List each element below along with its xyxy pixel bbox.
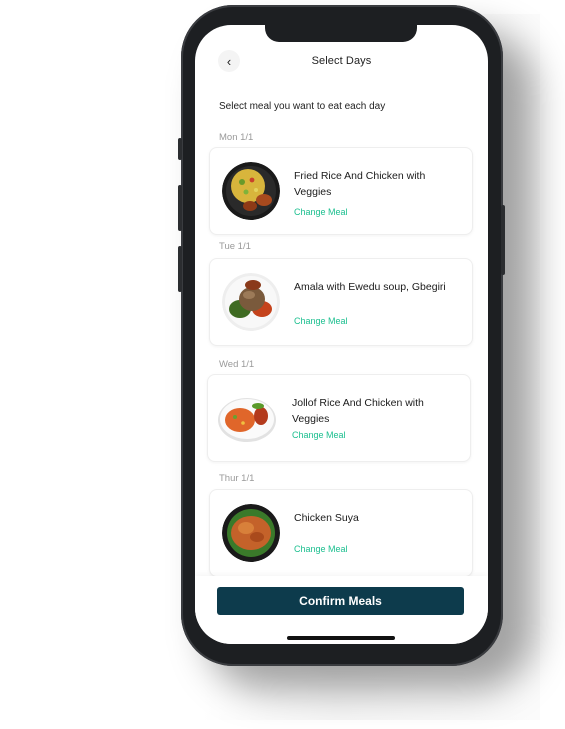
amala-dish-image xyxy=(222,273,280,331)
confirm-meals-button[interactable]: Confirm Meals xyxy=(217,587,464,615)
phone-notch xyxy=(265,25,417,42)
meal-name-wed: Jollof Rice And Chicken with Veggies xyxy=(292,397,424,425)
change-meal-link-mon[interactable]: Change Meal xyxy=(294,207,348,217)
meal-card-thur[interactable]: Chicken Suya Change Meal xyxy=(209,489,473,577)
change-meal-link-thur[interactable]: Change Meal xyxy=(294,544,348,554)
jollof-rice-dish-image xyxy=(218,398,276,442)
day-label-wed: Wed 1/1 xyxy=(219,359,255,370)
meal-name-tue: Amala with Ewedu soup, Gbegiri xyxy=(294,281,446,293)
instruction-text: Select meal you want to eat each day xyxy=(219,101,386,112)
meal-name-thur: Chicken Suya xyxy=(294,512,359,524)
meal-name-mon: Fried Rice And Chicken with Veggies xyxy=(294,170,426,198)
day-label-mon: Mon 1/1 xyxy=(219,132,254,143)
chicken-suya-dish-image xyxy=(222,504,280,562)
home-indicator xyxy=(287,636,395,640)
meal-card-mon[interactable]: Fried Rice And Chicken with Veggies Chan… xyxy=(209,147,473,235)
meal-card-tue[interactable]: Amala with Ewedu soup, Gbegiri Change Me… xyxy=(209,258,473,346)
day-label-thur: Thur 1/1 xyxy=(219,473,255,484)
page-title: Select Days xyxy=(311,55,372,67)
phone-silent-switch xyxy=(178,138,182,160)
change-meal-link-tue[interactable]: Change Meal xyxy=(294,316,348,326)
fried-rice-dish-image xyxy=(222,162,280,220)
phone-power-button xyxy=(501,205,505,275)
meal-card-wed[interactable]: Jollof Rice And Chicken with Veggies Cha… xyxy=(207,374,471,462)
phone-volume-up xyxy=(178,185,182,231)
change-meal-link-wed[interactable]: Change Meal xyxy=(292,430,346,440)
phone-volume-down xyxy=(178,246,182,292)
app-screen: ‹ Select Days Select meal you want to ea… xyxy=(195,25,488,644)
day-label-tue: Tue 1/1 xyxy=(219,241,251,252)
